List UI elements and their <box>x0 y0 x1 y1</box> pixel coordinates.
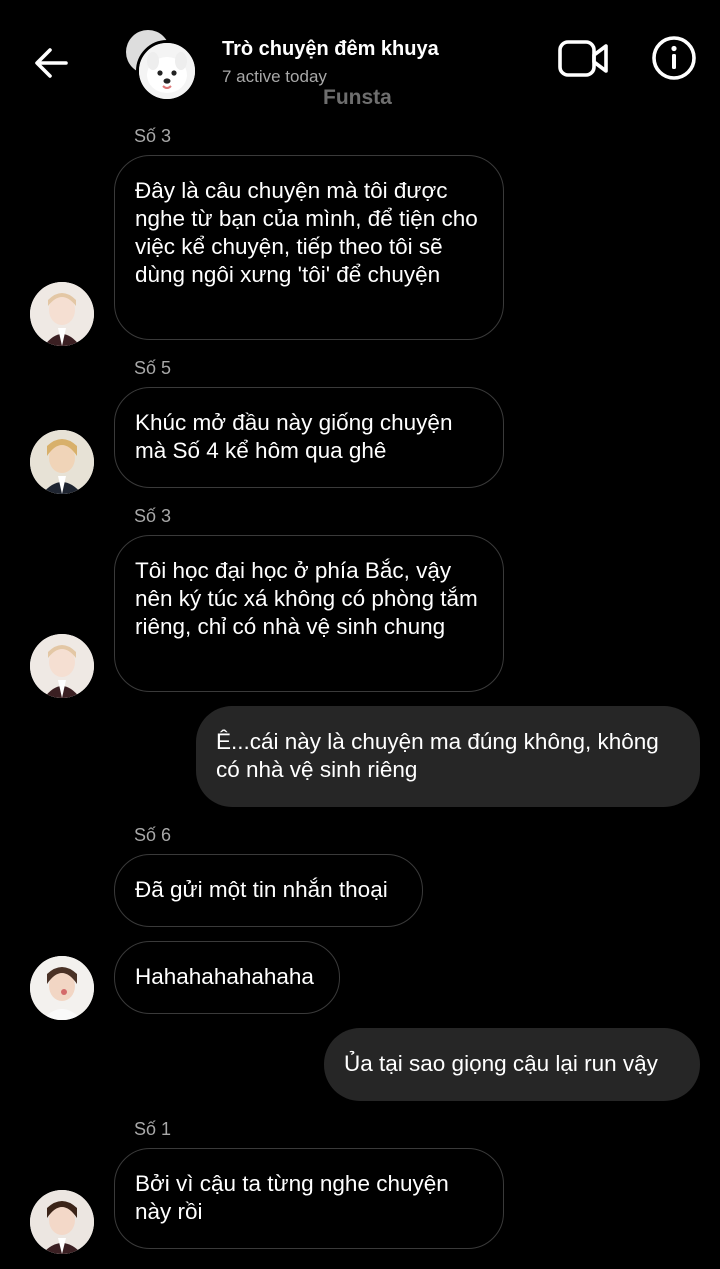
incoming-message[interactable]: Tôi học đại học ở phía Bắc, vậy nên ký t… <box>114 535 504 692</box>
avatar[interactable] <box>30 956 94 1020</box>
sender-name: Số 3 <box>134 126 172 146</box>
info-icon <box>652 36 696 80</box>
dog-avatar-image <box>139 43 195 99</box>
incoming-message[interactable]: Bởi vì cậu ta từng nghe chuyện này rồi <box>114 1148 504 1249</box>
sender-name: Số 5 <box>134 358 172 378</box>
sender-name: Số 6 <box>134 825 172 845</box>
member-avatar-front <box>136 40 198 102</box>
active-status: 7 active today <box>222 67 327 86</box>
outgoing-message[interactable]: Ê...cái này là chuyện ma đúng không, khô… <box>196 706 700 807</box>
chat-title[interactable]: Trò chuyện đêm khuya <box>222 38 439 61</box>
sender-name: Số 1 <box>134 1119 172 1139</box>
watermark: Funsta <box>323 86 392 109</box>
outgoing-message[interactable]: Ủa tại sao giọng cậu lại run vậy <box>324 1028 700 1101</box>
avatar[interactable] <box>30 1190 94 1254</box>
sender-name: Số 3 <box>134 506 172 526</box>
avatar[interactable] <box>30 634 94 698</box>
voice-message-notice[interactable]: Đã gửi một tin nhắn thoại <box>114 854 423 927</box>
incoming-message[interactable]: Hahahahahahaha <box>114 941 340 1014</box>
back-button[interactable] <box>28 40 74 86</box>
incoming-message[interactable]: Đây là câu chuyện mà tôi được nghe từ bạ… <box>114 155 504 340</box>
avatar[interactable] <box>30 430 94 494</box>
info-button[interactable] <box>650 34 698 82</box>
group-avatar[interactable] <box>124 28 198 102</box>
video-call-icon <box>558 40 608 77</box>
incoming-message[interactable]: Khúc mở đầu này giống chuyện mà Số 4 kể … <box>114 387 504 488</box>
video-call-button[interactable] <box>556 36 612 82</box>
arrow-left-icon <box>35 48 68 78</box>
avatar[interactable] <box>30 282 94 346</box>
